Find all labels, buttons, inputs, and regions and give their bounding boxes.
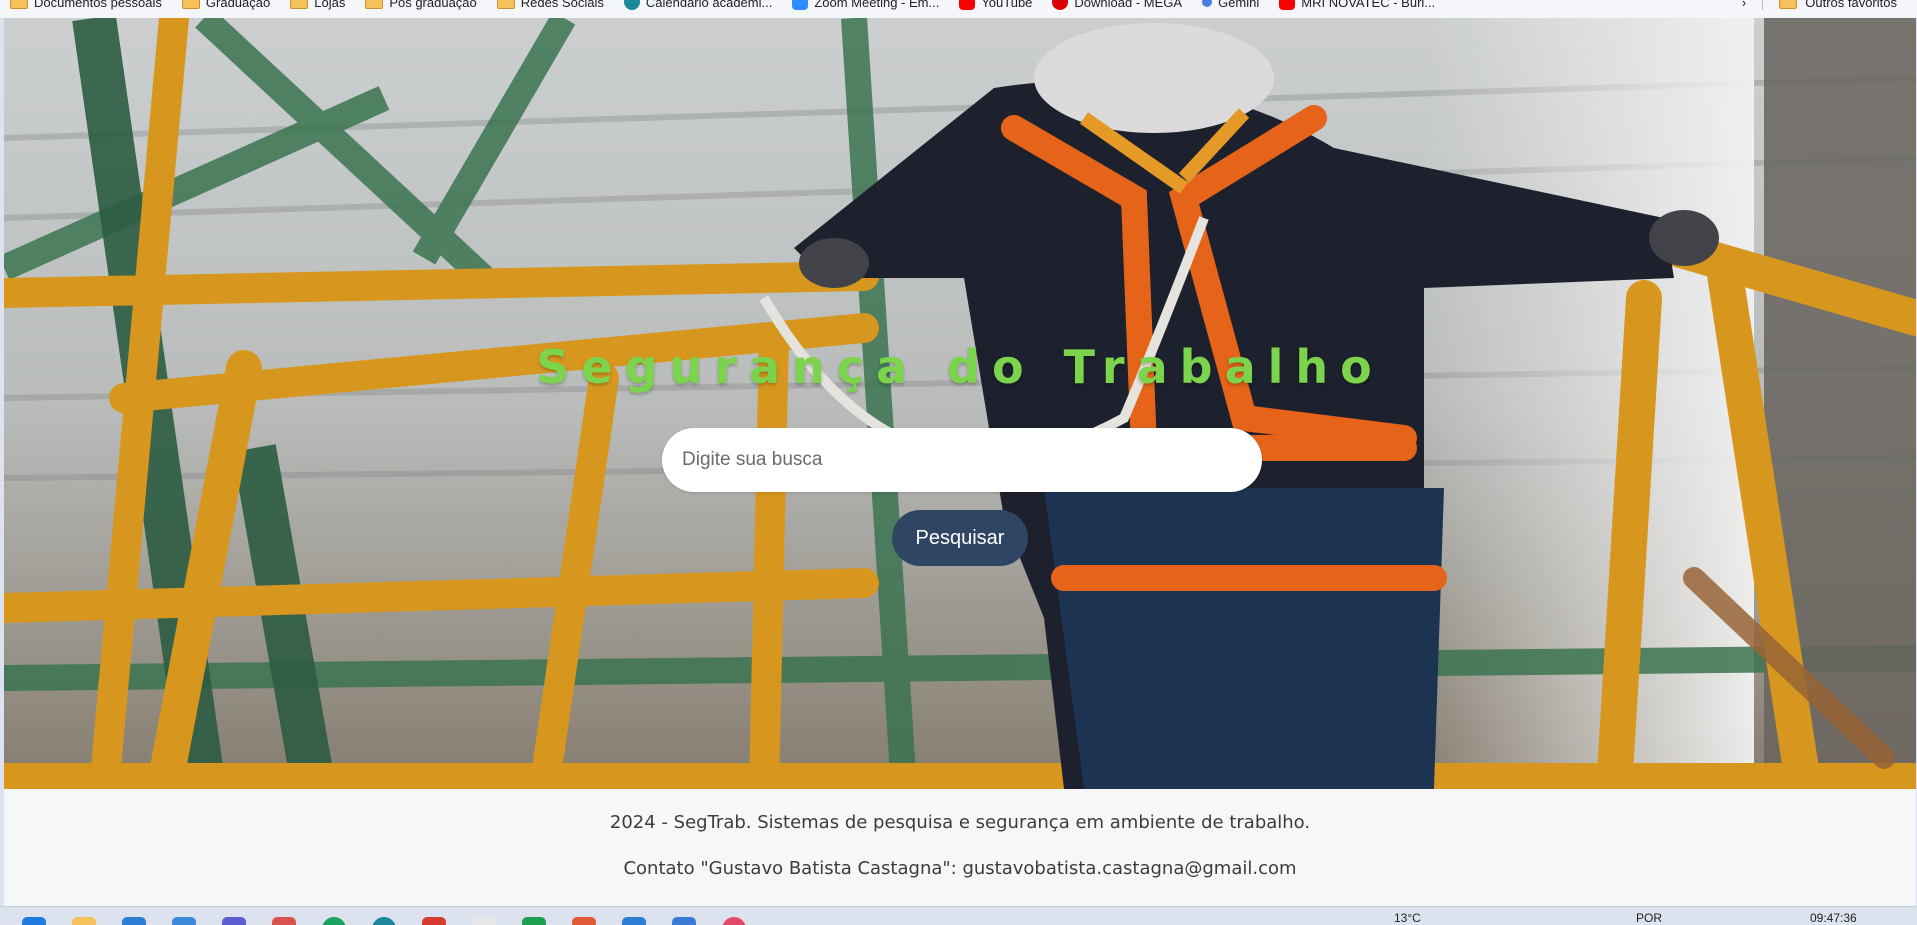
footer-contact: Contato "Gustavo Batista Castagna": gust… — [623, 858, 1297, 879]
bookmark-calendario[interactable]: Calendário acadêmi... — [614, 0, 782, 13]
bookmark-gemini[interactable]: Gemini — [1192, 0, 1269, 13]
page: Segurança do Trabalho Pesquisar 2024 - S… — [4, 18, 1916, 906]
weather-temperature[interactable]: 13°C — [1394, 911, 1421, 925]
mega-icon — [1052, 0, 1069, 10]
bookmark-redes-sociais[interactable]: Redes Sociais — [487, 0, 614, 13]
folder-icon — [365, 0, 384, 9]
edge-icon[interactable] — [122, 917, 146, 925]
footer: 2024 - SegTrab. Sistemas de pesquisa e s… — [4, 789, 1916, 906]
bookmarks-bar: Documentos pessoais Graduação Lojas Pós … — [0, 0, 1917, 18]
app-icon[interactable] — [272, 917, 296, 925]
bookmark-pos-graduacao[interactable]: Pós graduação — [355, 0, 486, 13]
folder-icon — [10, 0, 28, 9]
folder-icon — [290, 0, 309, 9]
bookmark-zoom[interactable]: Zoom Meeting - Em... — [782, 0, 949, 13]
divider — [1762, 0, 1764, 10]
footer-copyright: 2024 - SegTrab. Sistemas de pesquisa e s… — [609, 812, 1311, 833]
excel-icon[interactable] — [522, 917, 546, 925]
app-icon[interactable] — [472, 917, 496, 925]
other-favorites[interactable]: Outros favoritos — [1805, 0, 1897, 10]
language-indicator[interactable]: POR — [1636, 911, 1662, 925]
bookmark-mega[interactable]: Download - MEGA — [1042, 0, 1192, 13]
store-icon[interactable] — [172, 917, 196, 925]
taskbar: 13°C POR 09:47:36 — [0, 906, 1917, 925]
browser-icon[interactable] — [372, 917, 396, 925]
teams-icon[interactable] — [222, 917, 246, 925]
folder-icon — [181, 0, 200, 9]
bookmark-lojas[interactable]: Lojas — [280, 0, 355, 13]
youtube-icon — [959, 0, 976, 10]
app-icon[interactable] — [422, 917, 446, 925]
hero-background-image — [4, 18, 1916, 789]
search-button[interactable]: Pesquisar — [892, 510, 1028, 566]
youtube-icon — [1279, 0, 1296, 10]
bookmark-youtube[interactable]: YouTube — [949, 0, 1042, 13]
chevron-right-icon[interactable]: › — [1742, 0, 1746, 10]
hero-banner: Segurança do Trabalho Pesquisar — [4, 18, 1916, 789]
folder-icon — [496, 0, 515, 9]
windows-start-icon[interactable] — [22, 917, 46, 925]
app-icon[interactable] — [722, 917, 746, 925]
page-title: Segurança do Trabalho — [536, 340, 1384, 394]
gemini-icon — [1202, 0, 1213, 7]
search-input[interactable] — [662, 428, 1262, 492]
file-explorer-icon[interactable] — [72, 917, 96, 925]
calendar-icon — [623, 0, 640, 10]
bookmark-graduacao[interactable]: Graduação — [172, 0, 280, 13]
word-icon[interactable] — [622, 917, 646, 925]
powerpoint-icon[interactable] — [572, 917, 596, 925]
bookmark-mri-novatec[interactable]: MRI NOVATEC - Buri... — [1269, 0, 1445, 13]
folder-icon — [1779, 0, 1798, 9]
clock[interactable]: 09:47:36 — [1810, 911, 1857, 925]
bookmark-documentos-pessoais[interactable]: Documentos pessoais — [0, 0, 172, 13]
zoom-icon — [792, 0, 809, 10]
app-icon[interactable] — [672, 917, 696, 925]
chrome-icon[interactable] — [322, 917, 346, 925]
